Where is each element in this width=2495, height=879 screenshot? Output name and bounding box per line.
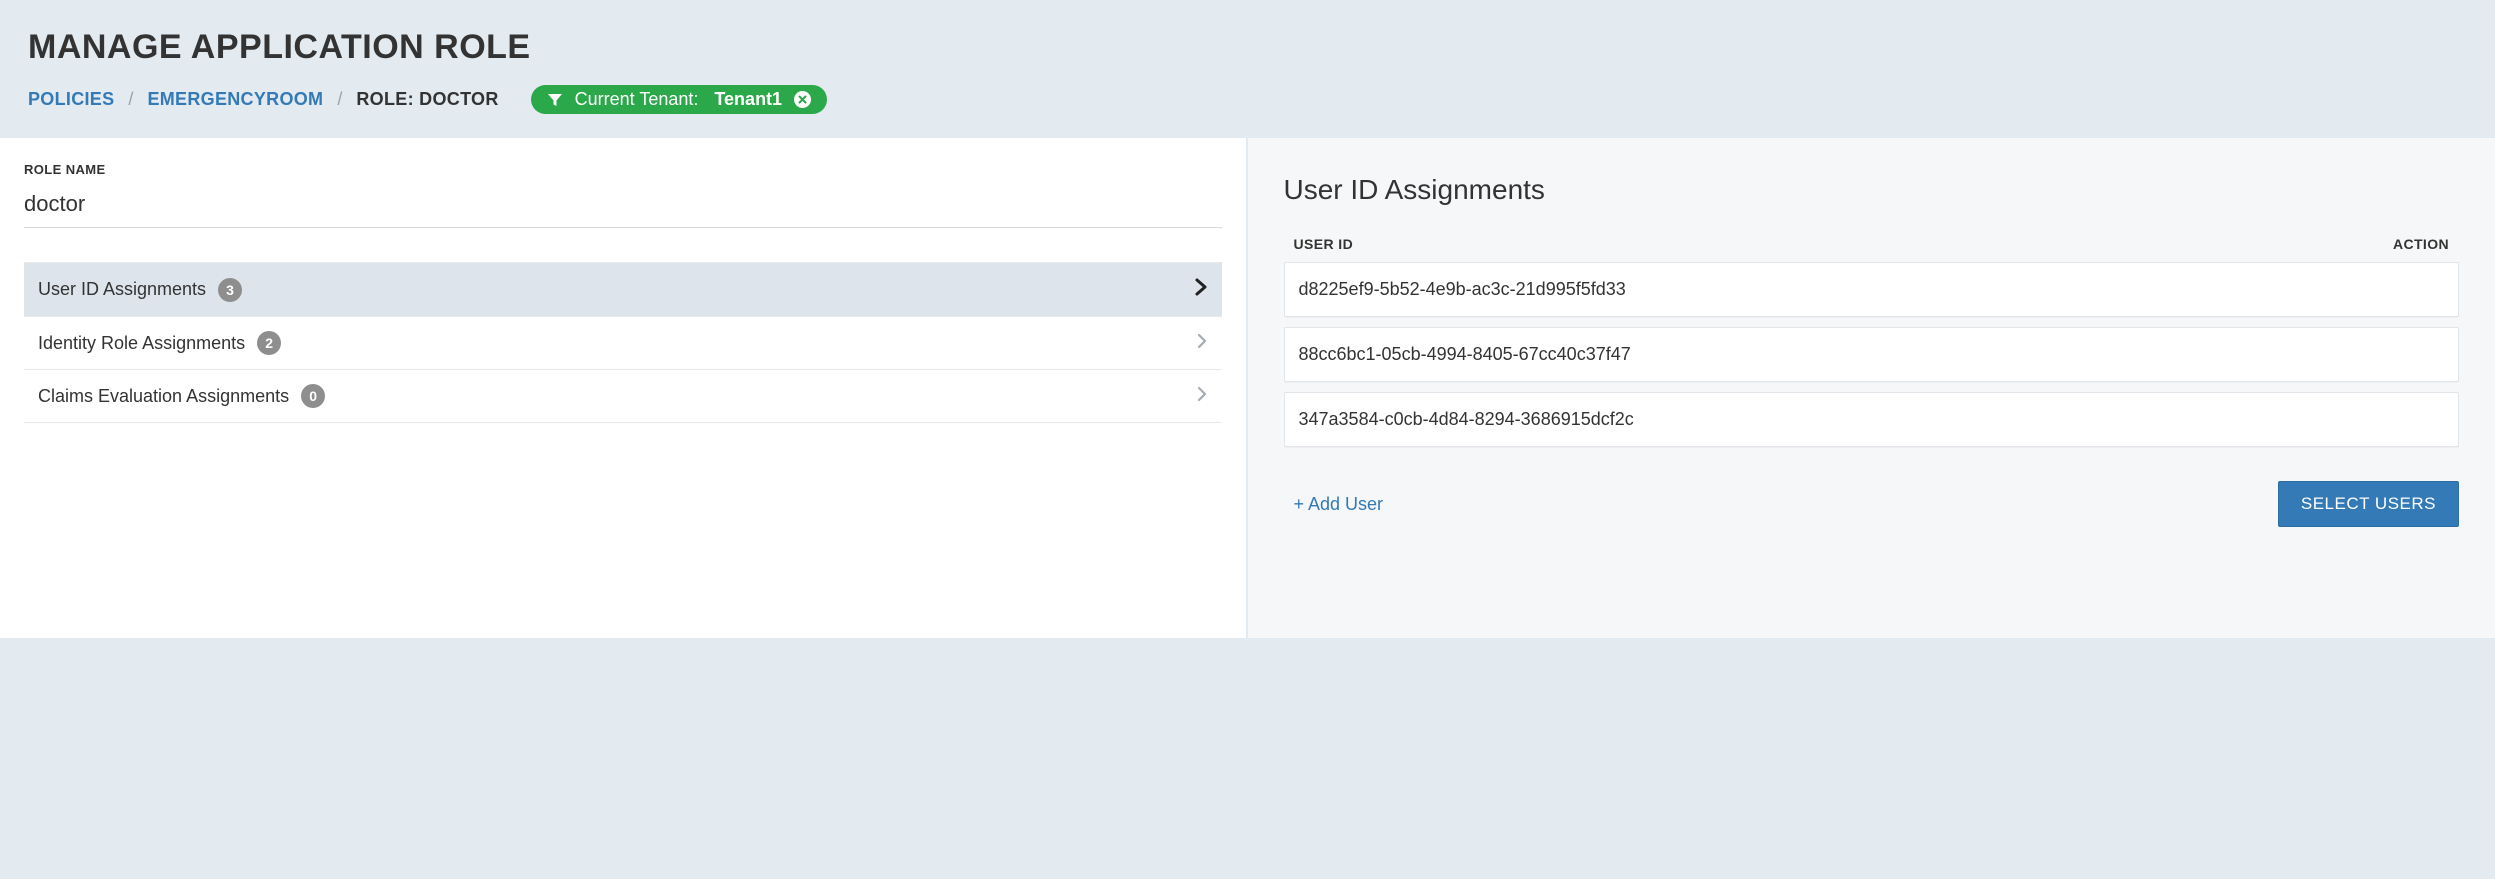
chevron-right-icon [1196,385,1208,408]
panel-title: User ID Assignments [1284,174,2460,206]
tenant-filter-name: Tenant1 [714,89,782,110]
count-badge: 0 [301,384,325,408]
role-name-label: ROLE NAME [24,162,1222,177]
tenant-filter-pill[interactable]: Current Tenant: Tenant1 [531,85,827,114]
breadcrumb-separator: / [128,89,133,110]
nav-item-user-id-assignments[interactable]: User ID Assignments 3 [24,263,1222,317]
nav-item-claims-evaluation-assignments[interactable]: Claims Evaluation Assignments 0 [24,370,1222,423]
assignment-nav-list: User ID Assignments 3 Identity Role Assi… [24,262,1222,423]
filter-icon [547,92,563,108]
add-user-link[interactable]: + Add User [1294,494,1384,515]
table-row[interactable]: 88cc6bc1-05cb-4994-8405-67cc40c37f47 [1284,327,2460,382]
role-edit-panel: ROLE NAME User ID Assignments 3 Identity… [0,138,1248,638]
col-header-action: ACTION [2393,236,2449,252]
chevron-right-icon [1196,332,1208,355]
breadcrumb-current: ROLE: DOCTOR [356,89,498,110]
role-name-input[interactable] [24,183,1222,228]
breadcrumb: POLICIES / EMERGENCYROOM / ROLE: DOCTOR … [28,85,2467,114]
nav-item-label: Claims Evaluation Assignments [38,386,289,407]
close-icon[interactable] [794,91,811,108]
table-row[interactable]: d8225ef9-5b52-4e9b-ac3c-21d995f5fd33 [1284,262,2460,317]
tenant-filter-label: Current Tenant: [575,89,699,110]
breadcrumb-app[interactable]: EMERGENCYROOM [147,89,323,110]
assignment-detail-panel: User ID Assignments USER ID ACTION d8225… [1248,138,2495,638]
table-row[interactable]: 347a3584-c0cb-4d84-8294-3686915dcf2c [1284,392,2460,447]
nav-item-identity-role-assignments[interactable]: Identity Role Assignments 2 [24,317,1222,370]
count-badge: 3 [218,278,242,302]
breadcrumb-separator: / [337,89,342,110]
nav-item-label: Identity Role Assignments [38,333,245,354]
table-header: USER ID ACTION [1284,230,2460,262]
select-users-button[interactable]: SELECT USERS [2278,481,2459,527]
col-header-user-id: USER ID [1294,236,1354,252]
page-title: MANAGE APPLICATION ROLE [28,28,2467,67]
count-badge: 2 [257,331,281,355]
breadcrumb-policies[interactable]: POLICIES [28,89,114,110]
nav-item-label: User ID Assignments [38,279,206,300]
chevron-right-icon [1194,277,1208,302]
